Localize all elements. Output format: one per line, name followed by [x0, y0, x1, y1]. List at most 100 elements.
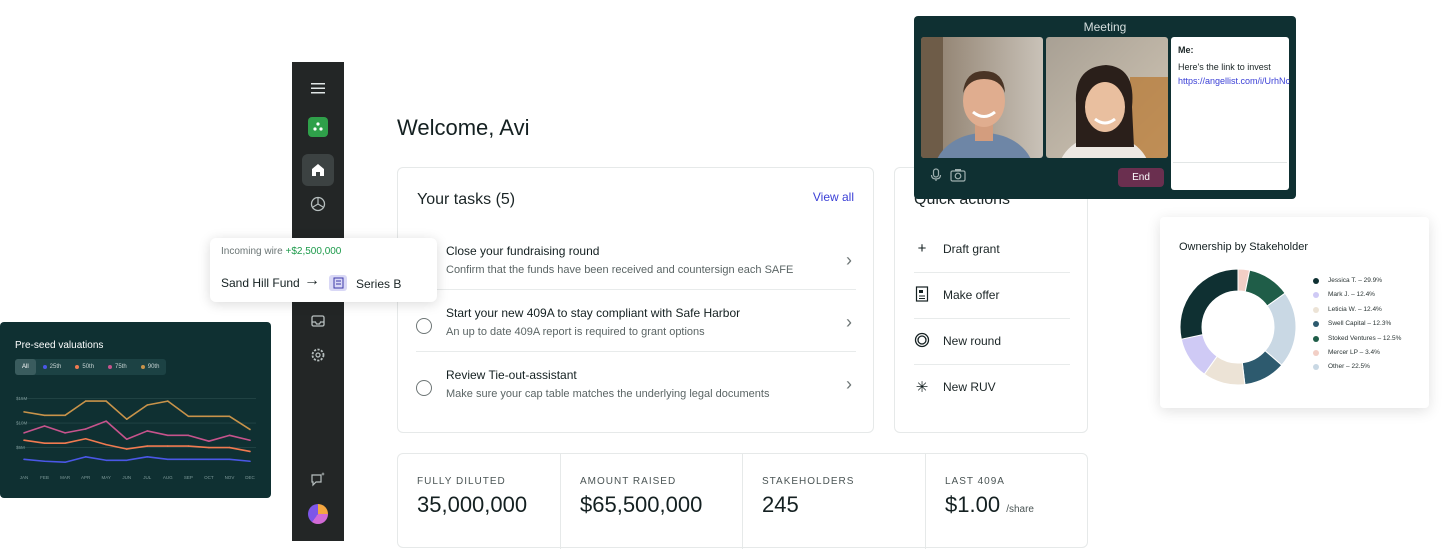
sparkle-icon: ✳	[915, 379, 929, 396]
data-point	[228, 415, 231, 418]
legend-label: Leticia W. – 12.4%	[1328, 305, 1382, 313]
legend-item: Mercer LP – 3.4%	[1313, 349, 1401, 363]
data-point	[84, 428, 87, 430]
incoming-wire-card[interactable]: Incoming wire +$2,500,000 Sand Hill Fund…	[210, 238, 437, 302]
stat-number: 245	[762, 492, 799, 517]
data-point	[187, 415, 190, 418]
stat-number: $65,500,000	[580, 492, 703, 517]
legend-item: Leticia W. – 12.4%	[1313, 306, 1401, 320]
x-tick-label: JUN	[122, 475, 131, 480]
data-point	[43, 414, 46, 417]
data-point	[249, 428, 251, 431]
task-checkbox[interactable]	[416, 380, 432, 396]
chevron-right-icon: ›	[846, 312, 852, 332]
inbox-icon[interactable]	[302, 305, 334, 337]
ownership-card: Ownership by Stakeholder Jessica T. – 29…	[1160, 217, 1429, 408]
donut-slice	[1179, 268, 1239, 340]
data-point	[64, 442, 66, 444]
data-point	[228, 458, 231, 461]
new-ruv-button[interactable]: ✳ New RUV	[914, 368, 1070, 408]
stat-number: 35,000,000	[417, 492, 528, 517]
series-line-50th	[23, 437, 251, 453]
make-offer-button[interactable]: Make offer	[914, 276, 1070, 316]
task-item[interactable]: Review Tie-out-assistant Make sure your …	[416, 358, 856, 418]
legend-label: Swell Capital – 12.3%	[1328, 320, 1392, 328]
legend-label: Other – 22.5%	[1328, 363, 1370, 371]
meeting-window: Meeting Me: Here's the link to invest ht…	[914, 16, 1296, 199]
microphone-icon[interactable]	[930, 168, 942, 185]
home-icon[interactable]	[302, 154, 334, 186]
assistant-icon[interactable]	[302, 463, 334, 495]
task-checkbox[interactable]	[416, 318, 432, 334]
quick-actions-card: Quick actions + Draft grant Make offer N…	[894, 167, 1088, 433]
data-point	[105, 420, 107, 422]
task-subtitle: Make sure your cap table matches the und…	[446, 388, 770, 400]
arrow-right-icon: →	[304, 272, 320, 289]
stat-amount-raised: AMOUNT RAISED $65,500,000	[561, 454, 743, 549]
data-point	[105, 443, 107, 446]
legend-item: Other – 22.5%	[1313, 363, 1401, 377]
y-tick-label: $5M	[16, 445, 25, 450]
legend-swatch	[1313, 321, 1319, 328]
task-item[interactable]: Close your fundraising round Confirm tha…	[416, 234, 856, 294]
data-point	[249, 460, 251, 463]
stat-value: $1.00 /share	[945, 492, 1034, 518]
data-point	[64, 432, 66, 434]
camera-icon[interactable]	[950, 168, 966, 185]
chevron-right-icon: ›	[846, 374, 852, 394]
data-point	[187, 445, 190, 447]
menu-icon[interactable]	[302, 72, 334, 104]
analytics-icon[interactable]	[302, 188, 334, 220]
data-point	[125, 459, 128, 462]
data-point	[228, 446, 231, 449]
x-tick-label: MAY	[101, 475, 110, 480]
ownership-title: Ownership by Stakeholder	[1179, 241, 1309, 253]
task-subtitle: Confirm that the funds have been receive…	[446, 264, 794, 276]
stats-card: FULLY DILUTED 35,000,000 AMOUNT RAISED $…	[397, 453, 1088, 549]
action-label: Make offer	[943, 288, 1000, 302]
data-point	[43, 460, 46, 463]
meeting-title: Meeting	[1083, 20, 1127, 34]
x-tick-label: APR	[81, 475, 91, 480]
series-line-75th	[23, 420, 251, 442]
legend-swatch	[1313, 278, 1319, 284]
chat-input[interactable]	[1173, 162, 1287, 188]
tasks-card: Your tasks (5) View all Close your fundr…	[397, 167, 874, 433]
legend-swatch	[1313, 349, 1319, 356]
x-tick-label: MAR	[60, 475, 71, 480]
stat-value: $65,500,000	[580, 492, 702, 518]
data-point	[84, 437, 87, 440]
ownership-donut-chart	[1179, 268, 1297, 386]
data-point	[125, 448, 128, 450]
logo-icon[interactable]	[308, 117, 328, 137]
view-all-link[interactable]: View all	[813, 190, 854, 204]
stat-number: $1.00	[945, 492, 1001, 517]
legend-item: Swell Capital – 12.3%	[1313, 320, 1401, 334]
task-subtitle: An up to date 409A report is required to…	[446, 326, 705, 338]
data-point	[146, 445, 149, 447]
divider	[914, 272, 1070, 273]
stat-unit: /share	[1006, 504, 1034, 515]
tasks-title: Your tasks (5)	[417, 191, 516, 208]
video-participant-2	[1046, 37, 1168, 158]
data-point	[249, 450, 251, 453]
x-tick-label: AUG	[163, 475, 173, 480]
legend-item: Stoked Ventures – 12.5%	[1313, 335, 1401, 349]
round-icon	[914, 332, 930, 352]
settings-icon[interactable]	[302, 339, 334, 371]
stat-fully-diluted: FULLY DILUTED 35,000,000	[398, 454, 560, 549]
document-icon	[914, 286, 930, 306]
task-item[interactable]: Start your new 409A to stay compliant wi…	[416, 296, 856, 356]
data-point	[105, 459, 107, 462]
legend-label: Jessica T. – 29.9%	[1328, 277, 1383, 284]
end-call-button[interactable]: End	[1118, 168, 1164, 187]
stat-label: LAST 409A	[945, 476, 1005, 487]
chat-link[interactable]: https://angellist.com/i/UrhNc	[1178, 74, 1290, 88]
stat-value: 35,000,000	[417, 492, 527, 518]
data-point	[208, 446, 210, 449]
chat-message-text: Here's the link to invest	[1178, 62, 1271, 72]
new-round-button[interactable]: New round	[914, 322, 1070, 362]
draft-grant-button[interactable]: + Draft grant	[914, 230, 1070, 270]
y-tick-label: $10M	[16, 421, 28, 426]
avatar[interactable]	[308, 504, 328, 524]
